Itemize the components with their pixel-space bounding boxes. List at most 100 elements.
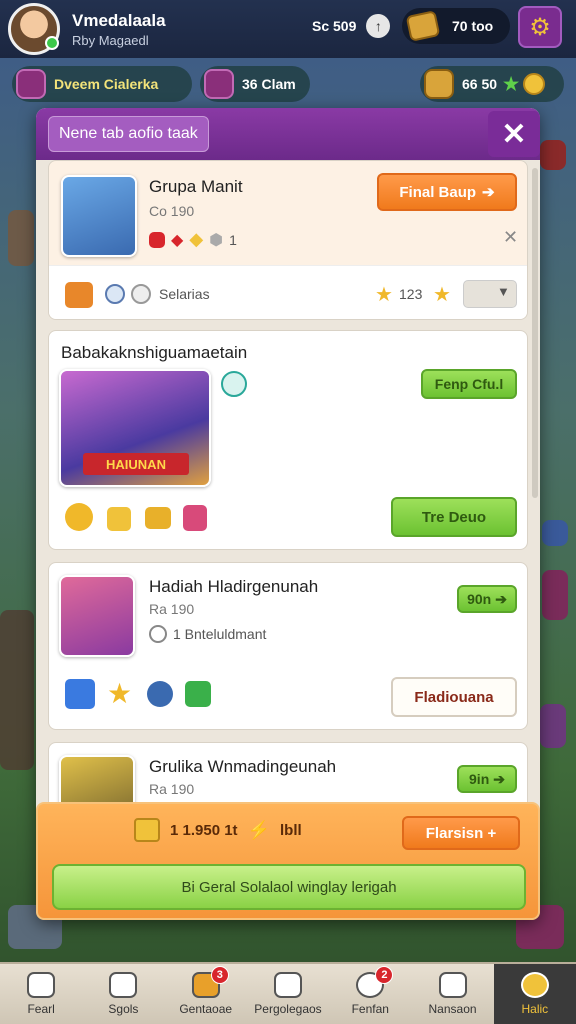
- reward-count: 1: [229, 231, 237, 248]
- task-action-button[interactable]: Tre Deuo: [391, 497, 517, 537]
- nav-label: Gentaoae: [179, 1002, 233, 1016]
- nav-label: Nansaon: [428, 1002, 477, 1016]
- task-action-button[interactable]: Final Baup ➔: [377, 173, 517, 211]
- task-title: Babakaknshiguamaetain: [61, 343, 248, 362]
- nav-item-home[interactable]: Fearl: [0, 964, 82, 1024]
- nav-item-tasks[interactable]: 2 Fenfan: [329, 964, 411, 1024]
- task-action-label: Tre Deuo: [421, 508, 487, 526]
- summary-button[interactable]: Flarsisn +: [402, 816, 520, 850]
- player-avatar[interactable]: [8, 3, 60, 55]
- profile-icon: [520, 972, 549, 998]
- event-timer-pill: 36 Clam: [200, 66, 310, 102]
- settings-button[interactable]: ⚙: [518, 6, 562, 48]
- character-portrait: [59, 575, 135, 657]
- character-portrait: [61, 175, 137, 257]
- event-timer: 36 Clam: [242, 76, 296, 92]
- ticket-icon: [107, 507, 131, 531]
- top-hud: Vmedalaala Rby Magaedl Sc 509 ↑ 70 too ⚙: [0, 0, 576, 58]
- nav-item-social[interactable]: Sgols: [82, 964, 164, 1024]
- emerald-icon: [185, 681, 211, 707]
- summary-amount: 1 1.950 1t: [170, 821, 238, 839]
- chat-icon: [438, 972, 467, 998]
- banner-label: HAIUNAN: [83, 453, 189, 475]
- nav-item-buildings[interactable]: Pergolegaos: [247, 964, 329, 1024]
- close-icon: ✕: [501, 117, 527, 151]
- scrollbar[interactable]: [532, 168, 538, 498]
- star-icon: ★: [375, 284, 393, 306]
- home-icon: [27, 972, 56, 998]
- nav-label: Fearl: [27, 1002, 55, 1016]
- coins-value: 66 50: [462, 76, 498, 92]
- close-button[interactable]: ✕: [488, 111, 540, 157]
- task-title: Grulika Wnmadingeunah: [149, 757, 337, 776]
- nav-item-profile[interactable]: Halic: [493, 964, 576, 1024]
- crown-icon: [134, 818, 160, 842]
- tag-label: Fenp Cfu.l: [434, 376, 504, 392]
- info-icon[interactable]: [221, 371, 247, 397]
- task-action-button[interactable]: Fladiouana: [391, 677, 517, 717]
- background-badge: [542, 520, 568, 546]
- task-subtitle: Ra 190: [149, 781, 195, 797]
- tag-button[interactable]: Fenp Cfu.l: [421, 369, 517, 399]
- notification-badge: 2: [375, 966, 394, 984]
- arrow-icon: ➔: [482, 184, 495, 201]
- timer-icon: [204, 69, 234, 99]
- modal-title: Nene tab aofio taak: [48, 116, 209, 152]
- footer-label: Selarias: [159, 286, 210, 302]
- nav-item-chest[interactable]: 3 Gentaoae: [165, 964, 247, 1024]
- badge-icon: [147, 681, 173, 707]
- tag-label: 9in: [469, 771, 490, 787]
- summary-extra: lbll: [279, 821, 302, 839]
- gear-icon: ⚙: [529, 13, 551, 41]
- star-icon: ★: [433, 284, 451, 306]
- gift-icon: [183, 505, 207, 531]
- gem-icon: ◆: [171, 231, 184, 249]
- event-icon: [16, 69, 46, 99]
- task-action-label: Final Baup: [399, 183, 477, 201]
- people-icon: [109, 972, 138, 998]
- online-status-icon: [45, 36, 59, 50]
- gold-bar-icon: [145, 507, 171, 529]
- gold-bar-icon: [424, 69, 454, 99]
- task-subtitle: Co 190: [149, 203, 195, 219]
- gold-bar-icon: [405, 10, 441, 42]
- gold-counter[interactable]: 70 too: [402, 8, 510, 44]
- background-badge: [542, 570, 568, 620]
- hud-stat-value: Sc 509: [312, 18, 357, 34]
- arrow-icon: ➔: [495, 590, 507, 607]
- info-icon[interactable]: ↑: [366, 14, 391, 38]
- shield-icon: [105, 284, 125, 304]
- clock-icon: [149, 625, 167, 643]
- event-pill[interactable]: Dveem Cialerka: [12, 66, 192, 102]
- summary-panel: 1 1.950 1t ⚡ lbll Flarsisn + Bi Geral So…: [36, 802, 540, 920]
- player-name: Vmedalaala: [72, 10, 166, 30]
- nav-label: Pergolegaos: [254, 1002, 322, 1016]
- tag-button[interactable]: 9in ➔: [457, 765, 517, 793]
- background-character: [0, 610, 34, 770]
- task-footer: Selarias ★ 123 ★ ▼: [49, 265, 527, 319]
- task-card[interactable]: Babakaknshiguamaetain HAIUNAN Fenp Cfu.l…: [48, 330, 528, 550]
- event-banner-image: HAIUNAN: [59, 369, 211, 487]
- dismiss-icon[interactable]: ✕: [503, 227, 518, 248]
- task-subtitle: Ra 190: [149, 601, 195, 617]
- detail-row: 1 Bnteluldmant: [149, 625, 266, 643]
- diamond-icon: ⬢: [209, 231, 224, 249]
- claim-all-button[interactable]: Bi Geral Solalaol winglay lerigah: [52, 864, 526, 910]
- nav-item-chat[interactable]: Nansaon: [411, 964, 493, 1024]
- coin-icon: [65, 503, 93, 531]
- gold-value: 70 too: [452, 18, 494, 34]
- player-info: Vmedalaala Rby Magaedl: [72, 11, 166, 48]
- task-card[interactable]: Grupa Manit Co 190 ◆ ◆ ⬢ 1 Final Baup ➔ …: [48, 160, 528, 320]
- hud-stat: Sc 509 ↑: [312, 14, 391, 38]
- coins-pill[interactable]: 66 50 ★: [420, 66, 564, 102]
- modal-header: Nene tab aofio taak ✕: [36, 108, 540, 160]
- star-icon: ◆: [189, 229, 204, 249]
- lightning-icon: ⚡: [247, 819, 270, 840]
- arrow-icon: ➔: [493, 770, 505, 787]
- coin-icon: [523, 73, 546, 95]
- task-title: Hadiah Hladirgenunah: [149, 577, 319, 596]
- star-icon: ★: [503, 73, 520, 94]
- task-card[interactable]: Hadiah Hladirgenunah Ra 190 1 Bnteluldma…: [48, 562, 528, 730]
- tag-button[interactable]: 90n ➔: [457, 585, 517, 613]
- ruby-icon: [149, 231, 165, 248]
